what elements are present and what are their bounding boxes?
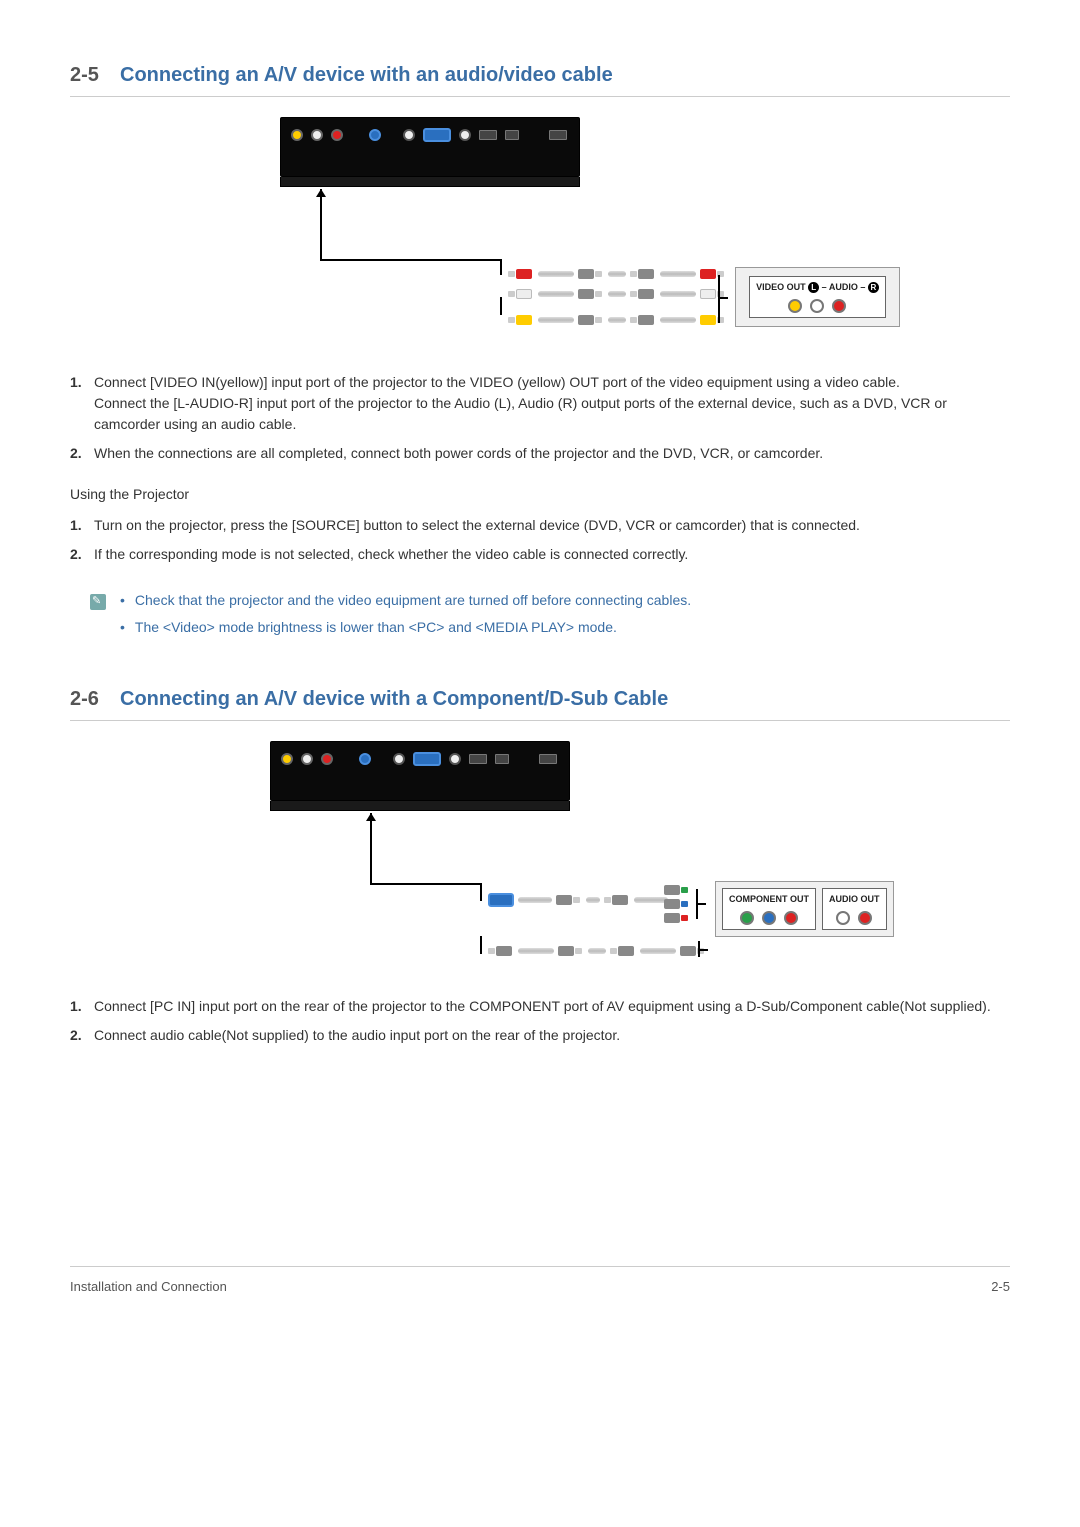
note-item: Check that the projector and the video e… — [120, 590, 691, 611]
note-icon — [90, 594, 106, 610]
pc-in-port-icon — [413, 752, 441, 766]
cable-path-icon — [480, 883, 482, 901]
audio-l-icon: L — [808, 282, 819, 293]
audio-l-port-icon — [311, 129, 323, 141]
hdmi-port-icon — [469, 754, 487, 764]
using-projector-subhead: Using the Projector — [70, 484, 1010, 505]
list-item: 1. Connect [PC IN] input port on the rea… — [70, 996, 1010, 1017]
cable-path-icon — [718, 275, 720, 323]
port-icon — [449, 753, 461, 765]
audio-cable-icon — [488, 946, 706, 956]
port-icon — [321, 753, 333, 765]
section1-steps: 1. Connect [VIDEO IN(yellow)] input port… — [70, 372, 1010, 464]
step-text: Connect [PC IN] input port on the rear o… — [94, 996, 1010, 1017]
power-port-icon — [539, 754, 557, 764]
step-number: 1. — [70, 996, 94, 1017]
diagram-2-6: COMPONENT OUT AUDIO OUT — [70, 741, 1010, 976]
port-icon — [359, 753, 371, 765]
audio-out-label: AUDIO OUT — [829, 893, 880, 907]
audio-label: – AUDIO – — [822, 282, 866, 292]
footer-right: 2-5 — [991, 1277, 1010, 1297]
cable-path-icon — [320, 259, 500, 261]
usb-port-icon — [505, 130, 519, 140]
note-block: Check that the projector and the video e… — [90, 590, 1010, 644]
cable-path-icon — [696, 903, 706, 905]
component-pr-port-icon — [784, 911, 798, 925]
step-text: Turn on the projector, press the [SOURCE… — [94, 515, 1010, 536]
audio-r-port-icon — [832, 299, 846, 313]
diagram-2-5: VIDEO OUT L – AUDIO – R — [70, 117, 1010, 352]
rca-cable-red-icon — [508, 269, 726, 279]
port-icon — [403, 129, 415, 141]
step-number: 1. — [70, 515, 94, 536]
list-item: 2. When the connections are all complete… — [70, 443, 1010, 464]
section1-steps2: 1. Turn on the projector, press the [SOU… — [70, 515, 1010, 565]
cable-path-icon — [320, 189, 322, 259]
step-number: 1. — [70, 372, 94, 435]
external-device-panel: VIDEO OUT L – AUDIO – R — [735, 267, 900, 327]
dsub-component-cable-icon — [488, 893, 668, 907]
step-text: If the corresponding mode is not selecte… — [94, 544, 1010, 565]
note-list: Check that the projector and the video e… — [120, 590, 691, 644]
rca-cable-yellow-icon — [508, 315, 726, 325]
section-2-5-header: 2-5 Connecting an A/V device with an aud… — [70, 60, 1010, 97]
port-icon — [301, 753, 313, 765]
cable-path-icon — [370, 883, 480, 885]
rca-cable-white-icon — [508, 289, 726, 299]
rca-green-icon — [664, 885, 690, 895]
list-item: 2. Connect audio cable(Not supplied) to … — [70, 1025, 1010, 1046]
cable-path-icon — [698, 949, 708, 951]
rca-blue-icon — [664, 899, 690, 909]
cable-path-icon — [370, 813, 372, 883]
rca-red-icon — [664, 913, 690, 923]
video-out-port-icon — [788, 299, 802, 313]
audio-r-icon: R — [868, 282, 879, 293]
component-pb-port-icon — [762, 911, 776, 925]
ext-box-label: VIDEO OUT L – AUDIO – R — [756, 281, 879, 295]
step-number: 2. — [70, 544, 94, 565]
step-text: When the connections are all completed, … — [94, 443, 1010, 464]
section2-steps: 1. Connect [PC IN] input port on the rea… — [70, 996, 1010, 1046]
section-title: Connecting an A/V device with an audio/v… — [120, 60, 613, 90]
audio-r-port-icon — [858, 911, 872, 925]
audio-r-port-icon — [331, 129, 343, 141]
port-icon — [281, 753, 293, 765]
external-device-panel: COMPONENT OUT AUDIO OUT — [715, 881, 894, 937]
note-item: The <Video> mode brightness is lower tha… — [120, 617, 691, 638]
section-number: 2-6 — [70, 684, 120, 714]
step-number: 2. — [70, 443, 94, 464]
list-item: 1. Turn on the projector, press the [SOU… — [70, 515, 1010, 536]
audio-l-port-icon — [836, 911, 850, 925]
projector-rear-panel — [280, 117, 580, 177]
hdmi-port-icon — [479, 130, 497, 140]
page-footer: Installation and Connection 2-5 — [70, 1266, 1010, 1297]
component-y-port-icon — [740, 911, 754, 925]
usb-port-icon — [495, 754, 509, 764]
list-item: 1. Connect [VIDEO IN(yellow)] input port… — [70, 372, 1010, 435]
step-text: Connect audio cable(Not supplied) to the… — [94, 1025, 1010, 1046]
list-item: 2. If the corresponding mode is not sele… — [70, 544, 1010, 565]
projector-rear-panel — [270, 741, 570, 801]
component-out-label: COMPONENT OUT — [729, 893, 809, 907]
cable-path-icon — [500, 297, 502, 315]
port-icon — [369, 129, 381, 141]
section-2-6-header: 2-6 Connecting an A/V device with a Comp… — [70, 684, 1010, 721]
footer-left: Installation and Connection — [70, 1277, 227, 1297]
port-icon — [393, 753, 405, 765]
vga-port-icon — [423, 128, 451, 142]
note-text: The <Video> mode brightness is lower tha… — [135, 617, 617, 638]
note-text: Check that the projector and the video e… — [135, 590, 691, 611]
port-icon — [459, 129, 471, 141]
audio-l-port-icon — [810, 299, 824, 313]
step-text: Connect [VIDEO IN(yellow)] input port of… — [94, 372, 1010, 435]
section-title: Connecting an A/V device with a Componen… — [120, 684, 668, 714]
section-number: 2-5 — [70, 60, 120, 90]
video-out-label: VIDEO OUT — [756, 282, 808, 292]
cable-path-icon — [718, 297, 728, 299]
cable-path-icon — [480, 936, 482, 954]
power-port-icon — [549, 130, 567, 140]
cable-path-icon — [500, 259, 502, 275]
step-number: 2. — [70, 1025, 94, 1046]
video-in-port-icon — [291, 129, 303, 141]
